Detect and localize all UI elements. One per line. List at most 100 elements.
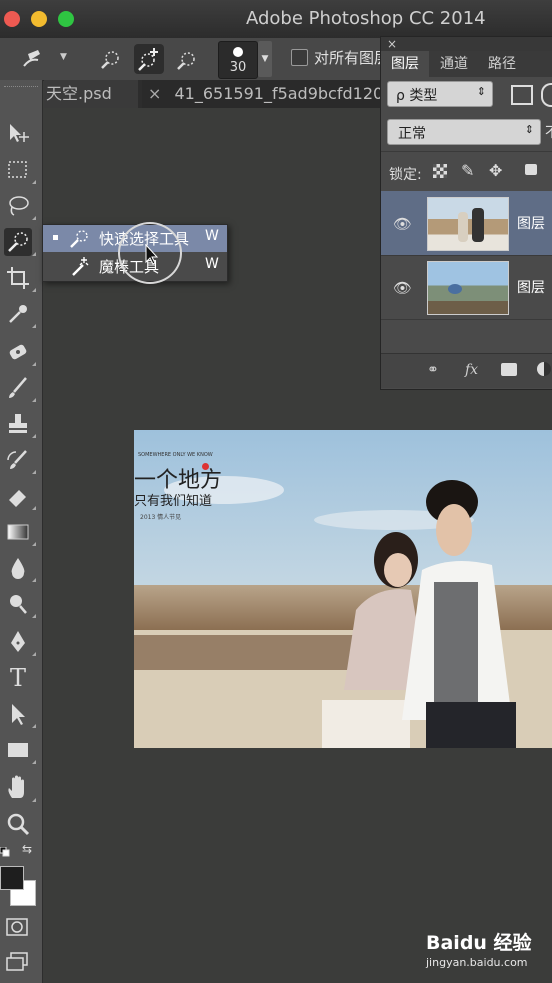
clone-stamp-tool[interactable] [4, 410, 36, 438]
brush-icon [9, 377, 27, 398]
adjustment-icon[interactable] [537, 362, 551, 376]
layer-name: 图层 [517, 216, 545, 232]
crop-icon [7, 267, 29, 289]
zoom-window-button[interactable] [58, 11, 74, 27]
foreground-color-swatch[interactable] [0, 866, 24, 890]
brush-size-value: 30 [229, 60, 247, 75]
marquee-tool[interactable] [4, 156, 36, 184]
sample-all-layers-label: 对所有图层 [314, 49, 390, 67]
blur-tool[interactable] [4, 554, 36, 582]
panel-close-icon[interactable]: × [387, 37, 397, 51]
tools-panel: T ⇆ [0, 80, 43, 983]
brush-tool[interactable] [4, 374, 36, 402]
quick-mask-button[interactable] [6, 918, 28, 936]
mouse-pointer-icon [144, 243, 160, 270]
brush-dropdown-icon[interactable]: ▼ [258, 41, 272, 77]
gradient-tool[interactable] [4, 518, 36, 546]
minimize-window-button[interactable] [31, 11, 47, 27]
tab-layers[interactable]: 图层 [381, 51, 429, 77]
hand-tool[interactable] [4, 774, 36, 802]
type-tool[interactable]: T [4, 664, 32, 692]
tab-label: 天空.psd [46, 84, 112, 103]
eraser-tool[interactable] [4, 482, 36, 510]
overlay-caption: 2013 情人节见 [140, 514, 182, 521]
swap-colors-icon[interactable]: ⇆ [22, 842, 32, 856]
rectangle-icon [8, 743, 28, 757]
layer-row[interactable]: 👁 图层 [381, 191, 552, 256]
flyout-item-shortcut: W [205, 228, 219, 244]
screen-mode-button[interactable] [6, 952, 28, 972]
move-icon [10, 124, 29, 142]
document-canvas[interactable]: SOMEWHERE ONLY WE KNOW 一个地方 只有我们知道 2013 … [134, 430, 552, 748]
close-window-button[interactable] [4, 11, 20, 27]
rectangle-tool[interactable] [4, 736, 36, 764]
lock-transparent-icon[interactable] [433, 164, 447, 178]
filter-kind-select[interactable]: ρ 类型 ⇕ [387, 81, 493, 107]
sample-all-layers-checkbox[interactable] [291, 49, 308, 66]
selected-marker [53, 235, 58, 240]
tab-close-icon[interactable]: × [148, 84, 161, 103]
healing-brush-tool[interactable] [4, 338, 36, 366]
layer-thumbnail [427, 197, 509, 251]
crop-tool[interactable] [4, 264, 36, 292]
new-selection-button[interactable] [96, 44, 126, 74]
map-pin-icon [202, 463, 209, 470]
lock-position-icon[interactable]: ✥ [489, 161, 502, 180]
preset-dropdown-icon[interactable]: ▼ [60, 52, 67, 62]
blend-mode-select[interactable]: 正常 ⇕ [387, 119, 541, 145]
link-icon[interactable]: ⚭ [427, 362, 439, 378]
brush-picker[interactable]: 30 [218, 41, 258, 79]
window-title: Adobe Photoshop CC 2014 [246, 8, 486, 29]
arrow-cursor-icon [12, 704, 25, 725]
watermark-brand: Baidu 经验 [426, 932, 532, 954]
lock-pixels-icon[interactable]: ✎ [461, 161, 474, 180]
layer-row[interactable]: 👁 图层 [381, 255, 552, 320]
visibility-eye-icon[interactable]: 👁 [393, 215, 412, 233]
dodge-icon [10, 595, 27, 614]
quick-selection-icon [67, 227, 91, 251]
tab-sky-psd[interactable]: 天空.psd [44, 80, 138, 108]
visibility-eye-icon[interactable]: 👁 [393, 279, 412, 297]
layer-name: 图层 [517, 280, 545, 296]
zoom-tool[interactable] [4, 810, 32, 838]
subtract-from-selection-button[interactable] [172, 44, 202, 74]
fx-icon[interactable]: fx [465, 362, 478, 378]
adjustment-filter-icon[interactable] [541, 83, 552, 107]
path-selection-tool[interactable] [4, 700, 36, 728]
lock-label: 锁定: [389, 167, 422, 183]
move-tool[interactable] [4, 120, 32, 148]
eraser-icon [9, 490, 26, 507]
panel-footer: ⚭ fx [381, 353, 552, 388]
lock-all-icon[interactable] [525, 164, 537, 175]
flyout-item-shortcut: W [205, 256, 219, 272]
hand-icon [8, 775, 24, 798]
dodge-tool[interactable] [4, 590, 36, 618]
history-brush-icon [7, 450, 27, 469]
lasso-tool[interactable] [4, 192, 36, 220]
eyedropper-tool[interactable] [4, 300, 36, 328]
lock-row: 锁定: ✎ ✥ [381, 151, 552, 193]
marquee-icon [8, 161, 27, 178]
tool-preset-picker[interactable] [18, 44, 48, 74]
bandage-icon [9, 344, 27, 360]
watermark-url: jingyan.baidu.com [426, 956, 528, 969]
add-to-selection-button[interactable] [134, 44, 164, 74]
default-colors-icon[interactable] [0, 842, 10, 857]
eyedropper-icon [9, 305, 27, 323]
document-tab-bar: 天空.psd × 41_651591_f5ad9bcfd1200 [44, 80, 393, 108]
toolbar-grip[interactable] [4, 86, 38, 90]
quick-selection-tool[interactable] [4, 228, 36, 256]
magic-wand-icon [67, 255, 91, 279]
mask-icon[interactable] [501, 363, 517, 376]
tab-channels[interactable]: 通道 [431, 51, 477, 77]
watermark: Baidu 经验 jingyan.baidu.com [426, 920, 546, 976]
image-filter-icon[interactable] [511, 85, 533, 105]
pen-tool[interactable] [4, 628, 36, 656]
opacity-label: 不 [545, 122, 552, 142]
history-brush-tool[interactable] [4, 446, 36, 474]
tab-paths[interactable]: 路径 [479, 51, 525, 77]
gradient-icon [7, 524, 29, 540]
tab-label: 41_651591_f5ad9bcfd1200 [174, 84, 394, 103]
blend-mode-value: 正常 [398, 126, 426, 142]
tab-photo[interactable]: × 41_651591_f5ad9bcfd1200 [142, 80, 393, 108]
